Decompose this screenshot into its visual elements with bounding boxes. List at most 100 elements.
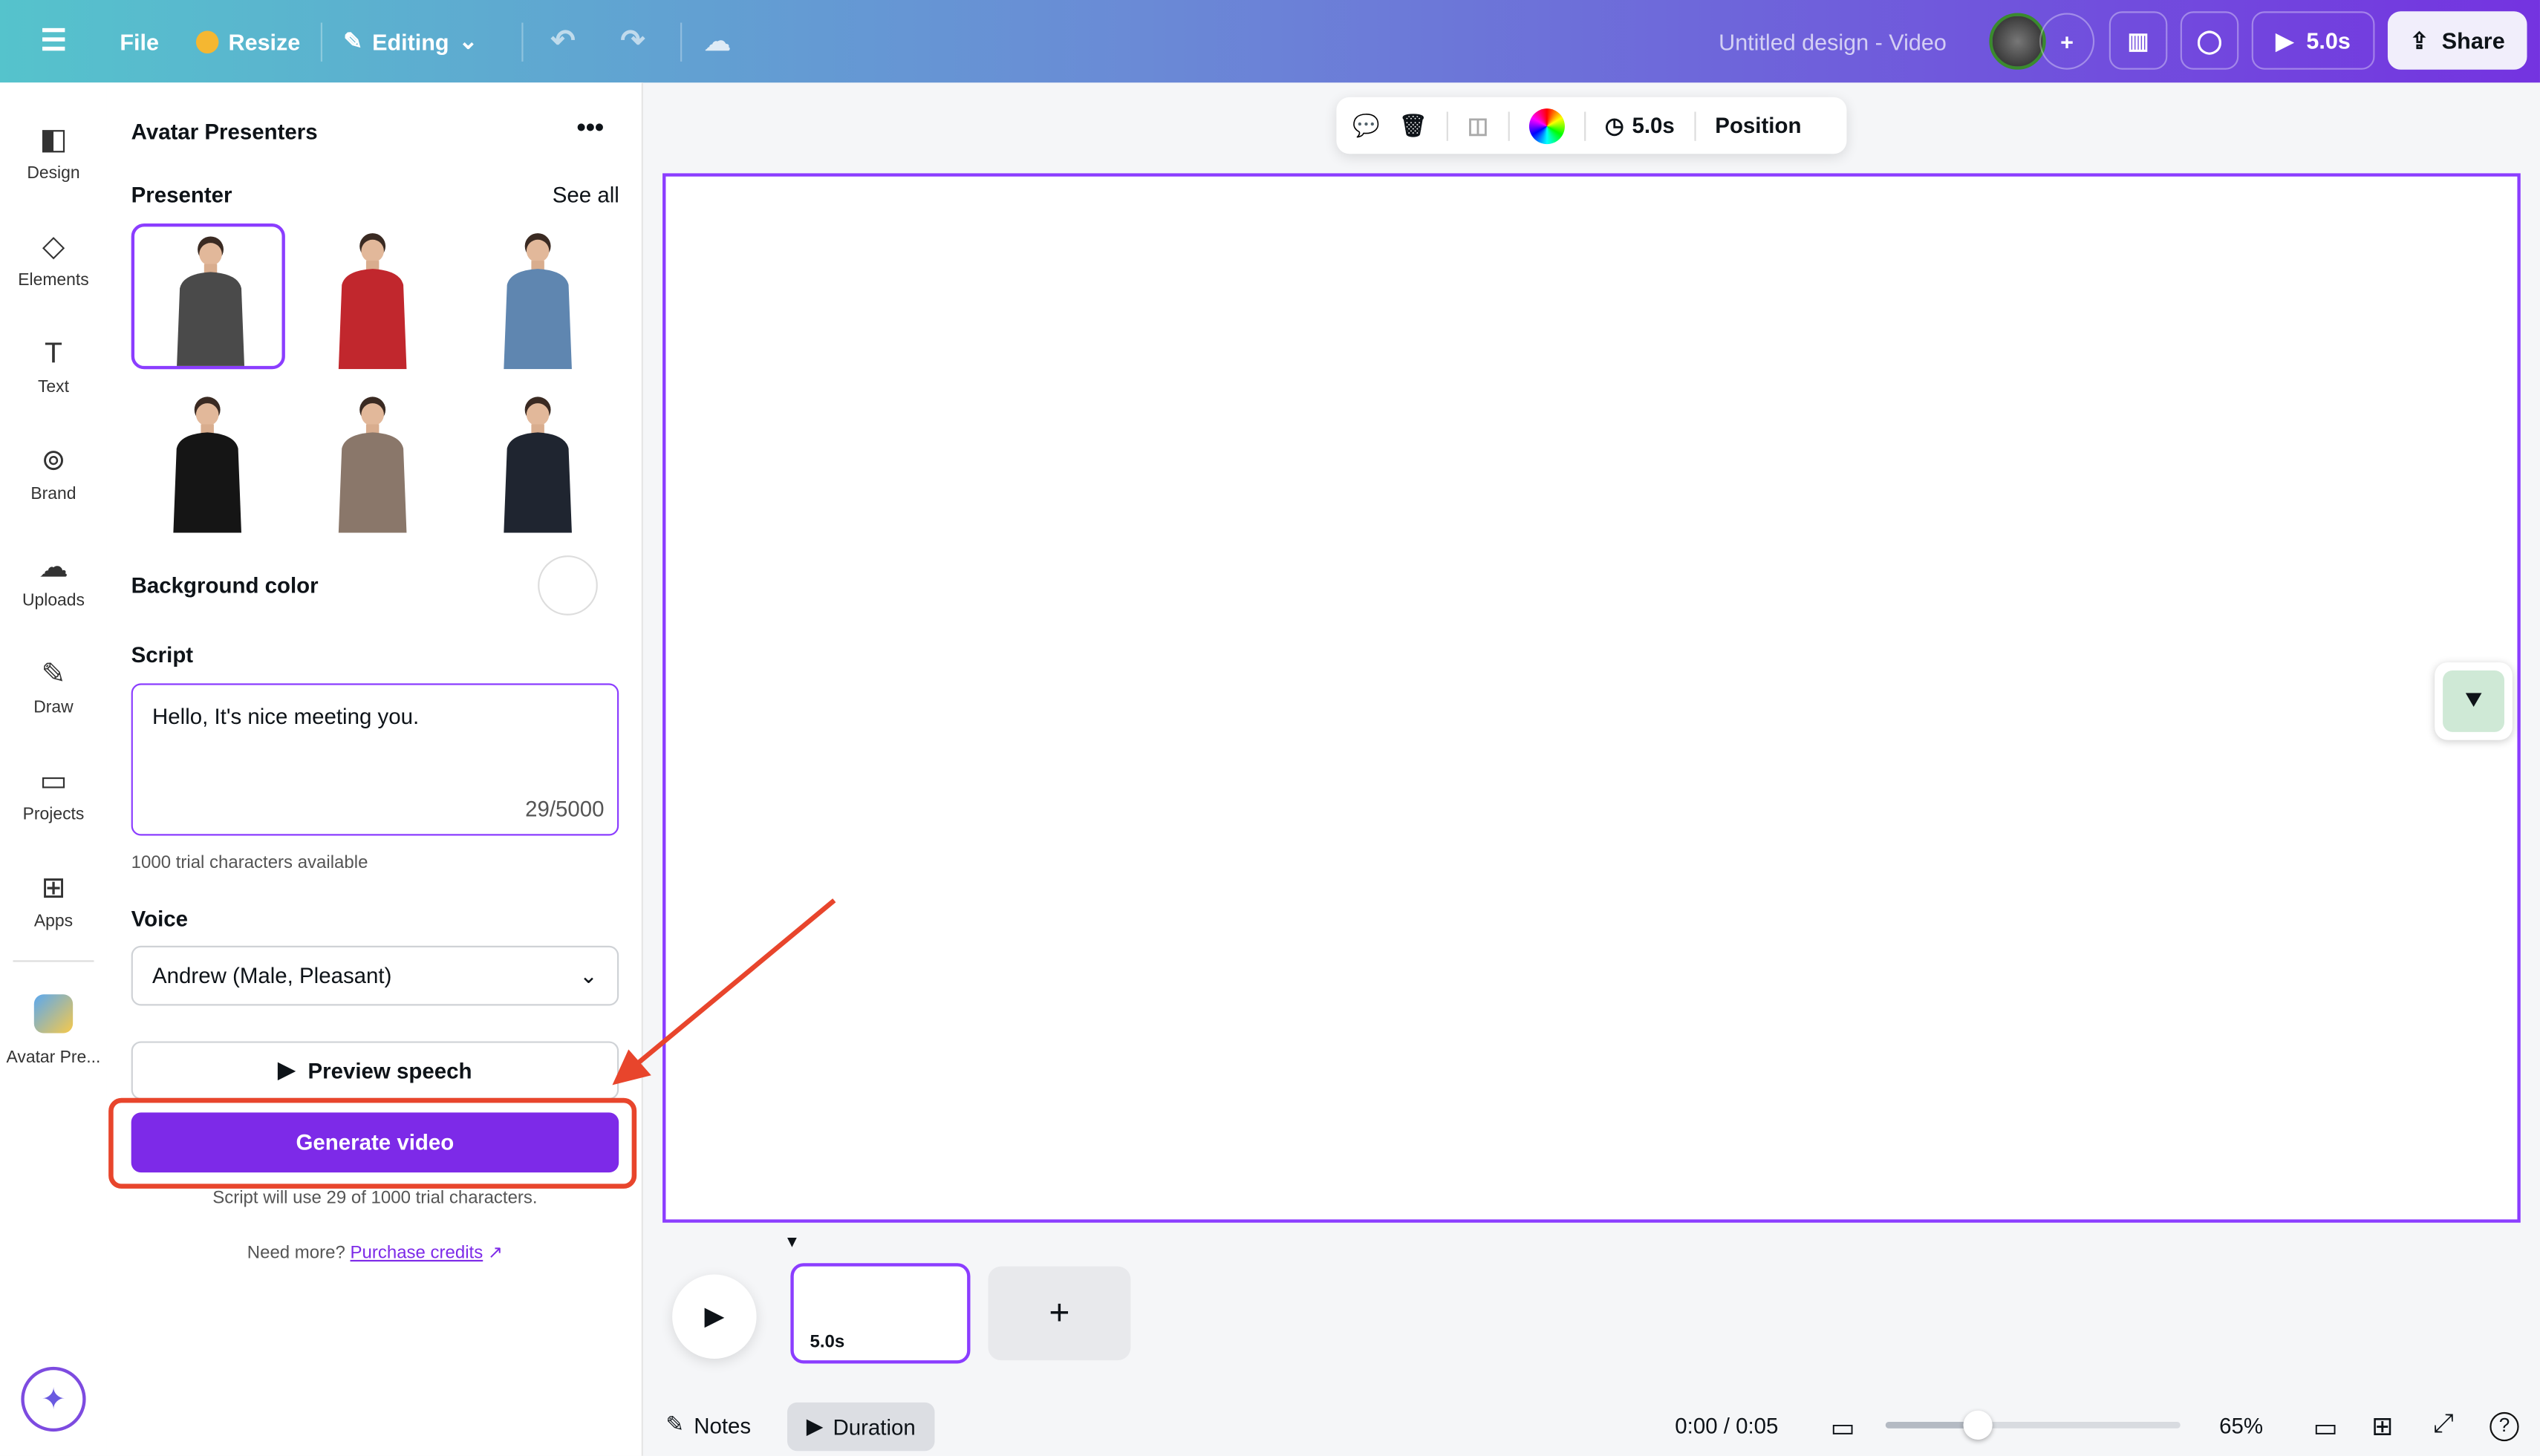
undo-icon[interactable]: ↶ bbox=[551, 0, 576, 82]
clock-icon: ◷ bbox=[1604, 112, 1624, 137]
notes-button[interactable]: ✎ Notes bbox=[665, 1412, 751, 1438]
trash-icon[interactable]: 🗑 bbox=[1399, 113, 1427, 139]
presenter-thumbnail[interactable] bbox=[296, 223, 450, 370]
see-all-link[interactable]: See all bbox=[553, 183, 619, 207]
add-page-button[interactable]: + bbox=[988, 1266, 1131, 1361]
duration-label: 5.0s bbox=[1632, 112, 1675, 137]
presenter-figure bbox=[177, 236, 245, 366]
panel-title: Avatar Presenters bbox=[131, 120, 318, 145]
timeline-clip[interactable]: 5.0s bbox=[790, 1263, 971, 1364]
shapes-icon: ◇ bbox=[42, 229, 65, 263]
position-button[interactable]: Position bbox=[1715, 114, 1801, 138]
presenter-figure bbox=[504, 396, 572, 533]
annotation-highlight-box bbox=[108, 1097, 637, 1189]
analytics-icon[interactable]: ▥ bbox=[2108, 11, 2168, 70]
help-icon[interactable]: ? bbox=[2489, 1411, 2519, 1442]
comment-icon[interactable]: ◯ bbox=[2180, 11, 2239, 70]
duration-label: Duration bbox=[833, 1414, 916, 1439]
redo-icon[interactable]: ↷ bbox=[620, 0, 645, 82]
presenter-thumbnail[interactable] bbox=[131, 387, 285, 533]
clip-duration: 5.0s bbox=[810, 1333, 845, 1353]
voice-select[interactable]: Andrew (Male, Pleasant) ⌄ bbox=[131, 945, 619, 1006]
rail-label: Apps bbox=[33, 911, 74, 932]
invite-plus-icon[interactable]: + bbox=[2039, 13, 2095, 70]
trial-note: 1000 trial characters available bbox=[131, 853, 368, 873]
play-icon: ▶ bbox=[278, 1057, 296, 1082]
zoom-slider[interactable] bbox=[1885, 1410, 2181, 1440]
split-icon[interactable]: ◫ bbox=[1468, 113, 1488, 139]
video-icon: ▶ bbox=[806, 1414, 824, 1438]
rail-design[interactable]: ◧ Design bbox=[0, 122, 107, 183]
presenter-figure bbox=[338, 396, 407, 533]
pages-icon[interactable]: ▭ bbox=[2313, 1412, 2338, 1445]
side-rail: ◧ Design ◇ Elements T Text ⊚ Brand ☁ Uploads … bbox=[0, 82, 107, 1456]
presenter-thumbnail[interactable] bbox=[462, 387, 616, 533]
bookmark-check-icon: ⯆ bbox=[2443, 670, 2504, 732]
resize-button[interactable]: Resize bbox=[195, 0, 300, 82]
rail-apps[interactable]: ⊞ Apps bbox=[0, 869, 107, 931]
rail-text[interactable]: T Text bbox=[0, 335, 107, 397]
background-color-swatch[interactable] bbox=[538, 555, 598, 616]
play-duration: 5.0s bbox=[2306, 27, 2351, 53]
page-view-icon[interactable]: ▭ bbox=[1831, 1412, 1855, 1445]
presenter-thumbnail[interactable] bbox=[296, 387, 450, 533]
preview-speech-button[interactable]: ▶ Preview speech bbox=[131, 1041, 619, 1100]
presenter-label: Presenter bbox=[131, 183, 232, 208]
top-bar: ☰ File Resize ✎ Editing ⌄ ↶ ↷ ☁ Untitled d… bbox=[0, 0, 2540, 83]
need-more-text: Need more? bbox=[247, 1244, 345, 1264]
app-widget[interactable]: ⯆ bbox=[2435, 662, 2513, 740]
rail-uploads[interactable]: ☁ Uploads bbox=[0, 549, 107, 611]
design-title[interactable]: Untitled design - Video bbox=[1719, 0, 1947, 82]
purchase-credits-link[interactable]: Purchase credits bbox=[351, 1244, 483, 1263]
presenter-thumbnail[interactable] bbox=[131, 223, 285, 370]
magic-sparkle-icon[interactable]: ✦ bbox=[21, 1366, 86, 1432]
annotation-arrow bbox=[612, 898, 836, 1086]
rail-label: Draw bbox=[33, 698, 74, 718]
menu-icon[interactable]: ☰ bbox=[41, 0, 67, 82]
rail-label: Elements bbox=[18, 270, 89, 290]
pencil-icon: ✎ bbox=[343, 27, 362, 53]
layout-icon: ◧ bbox=[39, 123, 68, 156]
cloud-upload-icon: ☁ bbox=[39, 550, 68, 584]
time-readout: 0:00 / 0:05 bbox=[1675, 1414, 1779, 1438]
presenter-figure bbox=[173, 396, 241, 533]
playhead-marker[interactable]: ▼ bbox=[784, 1234, 801, 1252]
timing-button[interactable]: ◷ 5.0s bbox=[1605, 113, 1675, 139]
design-canvas[interactable] bbox=[662, 173, 2521, 1223]
file-menu[interactable]: File bbox=[120, 0, 159, 82]
rail-draw[interactable]: ✎ Draw bbox=[0, 656, 107, 718]
more-options-icon[interactable]: ••• bbox=[576, 115, 604, 144]
notes-icon: ✎ bbox=[665, 1411, 685, 1437]
rail-projects[interactable]: ▭ Projects bbox=[0, 763, 107, 824]
play-button[interactable]: ▶ 5.0s bbox=[2251, 11, 2375, 70]
cloud-saved-icon[interactable]: ☁ bbox=[705, 0, 731, 82]
fullscreen-icon[interactable]: ⤢ bbox=[2433, 1411, 2454, 1440]
comment-add-icon[interactable]: 💬 bbox=[1352, 113, 1380, 139]
external-link-icon: ↗ bbox=[487, 1244, 504, 1264]
zoom-slider-handle[interactable] bbox=[1963, 1410, 1993, 1440]
rail-avatar-presenters[interactable]: Avatar Pre... bbox=[0, 994, 107, 1067]
share-button[interactable]: ⇪ Share bbox=[2387, 11, 2527, 70]
pen-icon: ✎ bbox=[41, 657, 66, 691]
duration-button[interactable]: ▶ Duration bbox=[787, 1402, 935, 1452]
rail-label: Avatar Pre... bbox=[6, 1048, 101, 1068]
share-label: Share bbox=[2441, 27, 2505, 53]
timeline-play-button[interactable]: ▶ bbox=[672, 1274, 757, 1359]
rail-brand[interactable]: ⊚ Brand bbox=[0, 442, 107, 504]
script-input[interactable]: Hello, It's nice meeting you. 29/5000 bbox=[131, 683, 619, 836]
rail-label: Uploads bbox=[22, 591, 85, 611]
editing-label: Editing bbox=[372, 28, 449, 55]
rail-label: Brand bbox=[30, 484, 76, 504]
upload-icon: ⇪ bbox=[2409, 26, 2429, 53]
folder-icon: ▭ bbox=[39, 764, 68, 797]
user-avatar[interactable] bbox=[1989, 13, 2046, 70]
text-icon: T bbox=[44, 336, 62, 370]
color-picker-icon[interactable] bbox=[1528, 108, 1565, 144]
grid-view-icon[interactable]: ⊞ bbox=[2371, 1411, 2393, 1443]
zoom-level[interactable]: 65% bbox=[2219, 1414, 2263, 1438]
crown-icon bbox=[195, 30, 219, 53]
rail-label: Design bbox=[27, 163, 80, 183]
editing-mode-dropdown[interactable]: ✎ Editing ⌄ bbox=[343, 0, 478, 82]
presenter-thumbnail[interactable] bbox=[462, 223, 616, 370]
rail-elements[interactable]: ◇ Elements bbox=[0, 229, 107, 290]
